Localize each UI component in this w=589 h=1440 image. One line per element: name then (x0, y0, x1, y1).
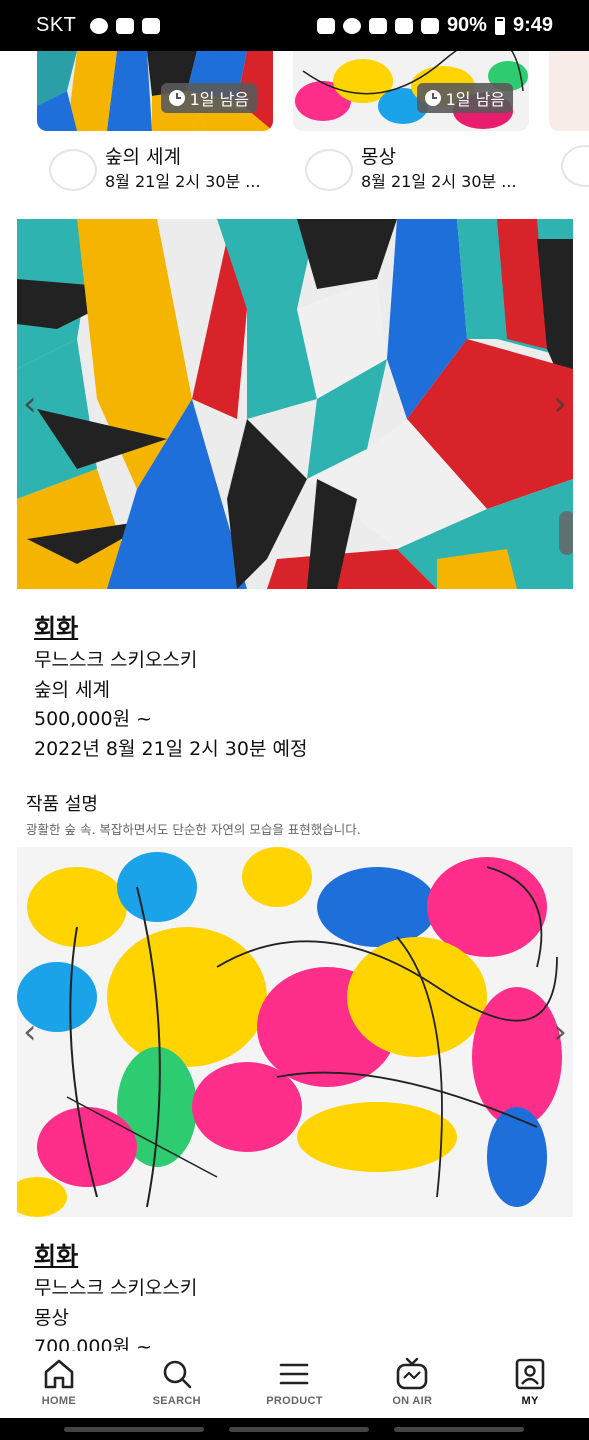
avatar[interactable] (561, 145, 589, 187)
top-card[interactable]: 1일 남음 몽상 8월 21일 2시 30분 ... (293, 51, 529, 195)
nav-search[interactable]: SEARCH (118, 1351, 236, 1418)
clock-icon (168, 90, 185, 106)
nav-on-air[interactable]: ON AIR (353, 1351, 471, 1418)
artwork-image-carousel[interactable]: ‹ › (17, 219, 573, 589)
artwork-price: 500,000원 ~ (34, 708, 153, 730)
artwork-title: 몽상 (34, 1306, 69, 1329)
time-left-badge: 1일 남음 (416, 83, 513, 113)
clock-icon (424, 90, 441, 106)
nav-label: HOME (41, 1395, 76, 1407)
artwork-thumbnail[interactable] (549, 51, 589, 131)
menu-icon (280, 1363, 309, 1385)
artwork-thumbnail[interactable]: 1일 남음 (37, 51, 273, 131)
top-card-partial[interactable] (549, 51, 589, 187)
nav-label: PRODUCT (266, 1395, 323, 1407)
notification-icon (116, 17, 135, 34)
system-navigation-bar (0, 1418, 589, 1440)
carousel-prev-arrow[interactable]: ‹ (23, 1015, 37, 1049)
artist-name: 무느스크 스키오스키 (34, 1277, 198, 1299)
artwork-image-carousel[interactable]: ‹ › (17, 847, 573, 1217)
signal-icon (420, 17, 439, 34)
nav-product[interactable]: PRODUCT (236, 1351, 354, 1418)
carousel-next-arrow[interactable]: › (553, 387, 567, 421)
abstract-geometric-painting (17, 219, 573, 589)
badge-label: 1일 남음 (189, 90, 249, 109)
nav-label: ON AIR (392, 1395, 433, 1407)
wifi-icon (394, 17, 413, 34)
profile-icon (515, 1358, 545, 1390)
nav-home[interactable]: HOME (0, 1351, 118, 1418)
artwork-thumbnail[interactable]: 1일 남음 (293, 51, 529, 131)
top-carousel[interactable]: 1일 남음 숲의 세계 8월 21일 2시 30분 ... 1일 남음 몽상 8… (0, 51, 589, 201)
card-date: 8월 21일 2시 30분 ... (361, 172, 517, 191)
status-bar: SKT 90% 9:49 (0, 0, 589, 51)
artwork-title: 숲의 세계 (34, 678, 110, 701)
artwork-schedule: 2022년 8월 21일 2시 30분 예정 (34, 737, 308, 760)
clock-time: 9:49 (512, 14, 553, 36)
recycle-icon (316, 17, 335, 34)
description-text: 광활한 숲 속. 복잡하면서도 단순한 자연의 모습을 표현했습니다. (26, 822, 361, 837)
system-home-gesture[interactable] (229, 1427, 369, 1432)
badge-label: 1일 남음 (445, 90, 505, 109)
bottom-navigation: HOME SEARCH PRODUCT ON AIR MY (0, 1351, 589, 1418)
artwork-info: 회화 무느스크 스키오스키 몽상 700,000원 ~ (34, 1238, 197, 1363)
card-date: 8월 21일 2시 30분 ... (105, 172, 261, 191)
carousel-next-arrow[interactable]: › (553, 1015, 567, 1049)
carrier-name: SKT (36, 14, 77, 36)
card-title: 숲의 세계 (105, 146, 181, 168)
description-title: 작품 설명 (26, 794, 98, 815)
alarm-icon (342, 17, 361, 34)
tv-icon (396, 1357, 428, 1390)
battery-percent: 90% (446, 14, 487, 36)
artwork-info: 회화 무느스크 스키오스키 숲의 세계 500,000원 ~ 2022년 8월 … (34, 610, 307, 764)
avatar[interactable] (305, 149, 353, 191)
system-back-gesture[interactable] (64, 1427, 204, 1432)
nav-my[interactable]: MY (471, 1351, 589, 1418)
gallery-icon (142, 17, 161, 34)
mute-icon (368, 17, 387, 34)
nav-label: MY (521, 1395, 539, 1407)
avatar[interactable] (49, 149, 97, 191)
artwork-category[interactable]: 회화 (34, 610, 307, 646)
battery-icon (494, 16, 505, 35)
home-icon (44, 1359, 74, 1389)
colorful-splash-painting (17, 847, 573, 1217)
carousel-prev-arrow[interactable]: ‹ (23, 387, 37, 421)
nav-label: SEARCH (152, 1395, 201, 1407)
system-recents-gesture[interactable] (394, 1427, 524, 1432)
time-left-badge: 1일 남음 (160, 83, 257, 113)
top-card[interactable]: 1일 남음 숲의 세계 8월 21일 2시 30분 ... (37, 51, 273, 195)
kakaotalk-icon (90, 17, 109, 34)
artwork-category[interactable]: 회화 (34, 1238, 197, 1274)
scroll-handle[interactable] (559, 511, 573, 555)
search-icon (163, 1360, 191, 1389)
artist-name: 무느스크 스키오스키 (34, 649, 198, 671)
card-title: 몽상 (361, 146, 396, 168)
